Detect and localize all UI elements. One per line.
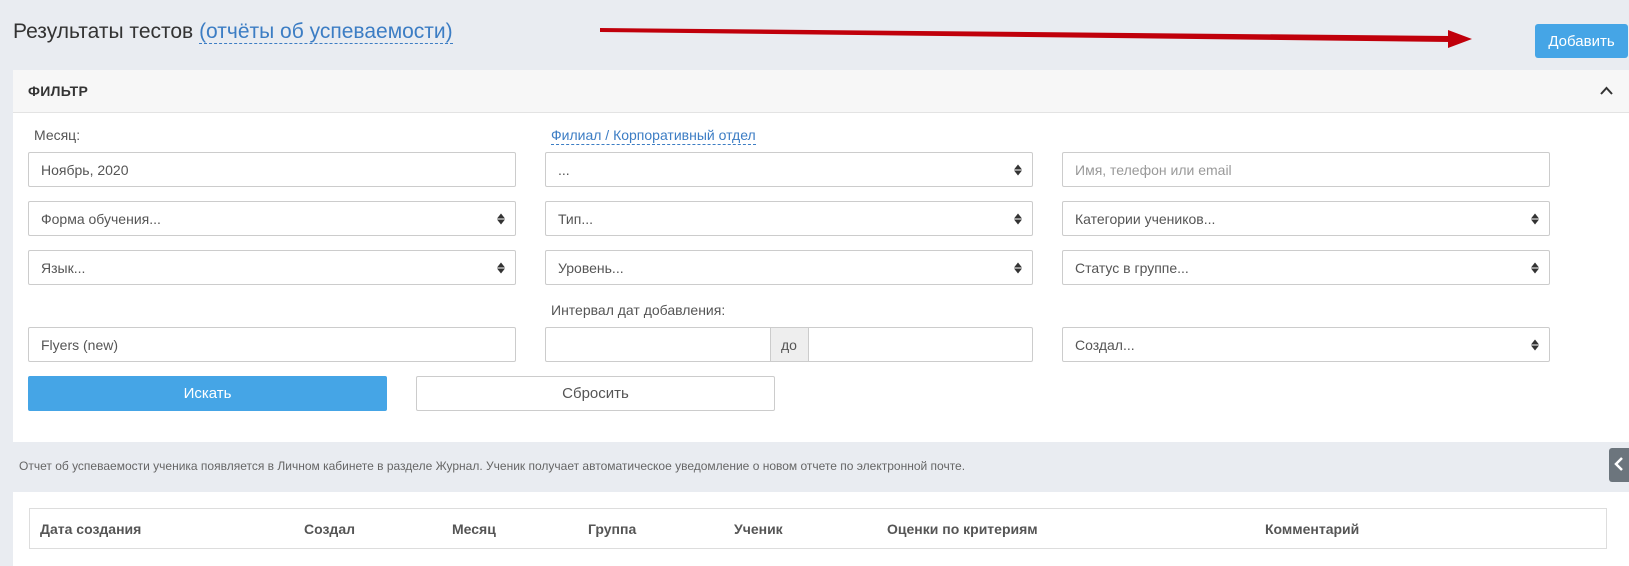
language-select[interactable]: Язык... bbox=[28, 250, 516, 285]
contact-placeholder: Имя, телефон или email bbox=[1075, 161, 1232, 178]
branch-value: ... bbox=[558, 161, 570, 178]
type-select[interactable]: Тип... bbox=[545, 201, 1033, 236]
column-header[interactable]: Создал bbox=[304, 509, 355, 548]
chevron-left-icon bbox=[1614, 455, 1624, 476]
arrow-head bbox=[1448, 30, 1472, 48]
date-range-separator: до bbox=[769, 328, 809, 361]
date-from-input[interactable] bbox=[546, 328, 770, 361]
creator-value: Создал... bbox=[1075, 336, 1135, 353]
column-header[interactable]: Группа bbox=[588, 509, 636, 548]
column-header[interactable]: Оценки по критериям bbox=[887, 509, 1038, 548]
study-form-select[interactable]: Форма обучения... bbox=[28, 201, 516, 236]
branch-select[interactable]: ... bbox=[545, 152, 1033, 187]
reset-button[interactable]: Сбросить bbox=[416, 376, 775, 411]
month-label: Месяц: bbox=[34, 127, 81, 143]
status-value: Статус в группе... bbox=[1075, 259, 1189, 276]
branch-label[interactable]: Филиал / Корпоративный отдел bbox=[551, 127, 756, 145]
test-select[interactable]: Flyers (new) bbox=[28, 327, 516, 362]
sort-arrows-icon bbox=[1531, 213, 1539, 224]
results-table-panel: Дата создания Создал Месяц Группа Ученик… bbox=[13, 492, 1629, 566]
info-note: Отчет об успеваемости ученика появляется… bbox=[19, 459, 966, 473]
search-button[interactable]: Искать bbox=[28, 376, 387, 411]
level-value: Уровень... bbox=[558, 259, 624, 276]
filter-header[interactable]: ФИЛЬТР bbox=[13, 70, 1629, 113]
contact-search-input[interactable]: Имя, телефон или email bbox=[1062, 152, 1550, 187]
creator-select[interactable]: Создал... bbox=[1062, 327, 1550, 362]
column-header[interactable]: Ученик bbox=[734, 509, 783, 548]
page-title-text: Результаты тестов bbox=[13, 20, 194, 43]
language-value: Язык... bbox=[41, 259, 86, 276]
column-header[interactable]: Дата создания bbox=[40, 509, 141, 548]
categories-value: Категории учеников... bbox=[1075, 210, 1216, 227]
filter-title: ФИЛЬТР bbox=[28, 83, 89, 99]
add-button[interactable]: Добавить bbox=[1535, 24, 1628, 58]
date-to-input[interactable] bbox=[809, 328, 1033, 361]
date-interval-label: Интервал дат добавления: bbox=[551, 302, 726, 318]
results-table-header: Дата создания Создал Месяц Группа Ученик… bbox=[29, 508, 1607, 549]
column-header[interactable]: Месяц bbox=[452, 509, 496, 548]
student-categories-select[interactable]: Категории учеников... bbox=[1062, 201, 1550, 236]
sort-arrows-icon bbox=[1531, 262, 1539, 273]
month-value: Ноябрь, 2020 bbox=[41, 161, 129, 178]
column-header[interactable]: Комментарий bbox=[1265, 509, 1359, 548]
filter-panel: ФИЛЬТР Месяц: Филиал / Корпоративный отд… bbox=[13, 70, 1629, 442]
annotation-arrow bbox=[600, 28, 1472, 48]
group-status-select[interactable]: Статус в группе... bbox=[1062, 250, 1550, 285]
month-field[interactable]: Ноябрь, 2020 bbox=[28, 152, 516, 187]
type-value: Тип... bbox=[558, 210, 594, 227]
test-value: Flyers (new) bbox=[41, 336, 119, 353]
arrow-shaft bbox=[600, 28, 1450, 42]
sort-arrows-icon bbox=[1014, 262, 1022, 273]
reports-link[interactable]: (отчёты об успеваемости) bbox=[199, 20, 453, 44]
chevron-up-icon[interactable] bbox=[1600, 83, 1613, 99]
level-select[interactable]: Уровень... bbox=[545, 250, 1033, 285]
sort-arrows-icon bbox=[1014, 213, 1022, 224]
study-form-value: Форма обучения... bbox=[41, 210, 161, 227]
date-range-group: до bbox=[545, 327, 1033, 362]
page-title: Результаты тестов (отчёты об успеваемост… bbox=[13, 20, 453, 44]
sidebar-toggle[interactable] bbox=[1609, 448, 1629, 482]
sort-arrows-icon bbox=[497, 262, 505, 273]
sort-arrows-icon bbox=[1014, 164, 1022, 175]
sort-arrows-icon bbox=[497, 213, 505, 224]
sort-arrows-icon bbox=[1531, 339, 1539, 350]
